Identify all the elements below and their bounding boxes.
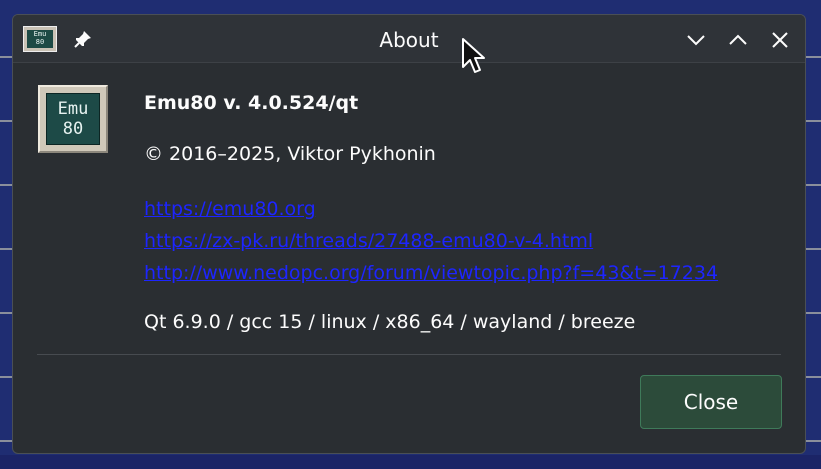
close-button[interactable]: Close [640,375,782,429]
minimize-button[interactable] [683,27,709,53]
divider [37,354,781,355]
link-forum-nedopc[interactable]: http://www.nedopc.org/forum/viewtopic.ph… [144,257,718,289]
logo-line1: Emu [57,99,89,119]
close-window-button[interactable] [767,27,793,53]
link-website[interactable]: https://emu80.org [144,193,718,225]
app-icon-line1: Emu [33,30,47,38]
logo-screen: Emu 80 [46,93,100,145]
build-info: Qt 6.9.0 / gcc 15 / linux / x86_64 / way… [144,311,636,333]
link-forum-zxpk[interactable]: https://zx-pk.ru/threads/27488-emu80-v-4… [144,225,718,257]
pin-button[interactable] [71,27,95,51]
app-icon-screen: Emu 80 [27,30,53,48]
emu80-icon[interactable]: Emu 80 [23,26,57,52]
chevron-down-icon [687,35,705,46]
links-list: https://emu80.org https://zx-pk.ru/threa… [144,193,718,289]
close-icon [772,32,788,48]
about-dialog: Emu 80 About Emu 80 Emu80 v. 4.0.524/qt … [12,14,806,454]
chevron-up-icon [729,34,747,45]
version-heading: Emu80 v. 4.0.524/qt [144,92,359,114]
dialog-content: Emu 80 Emu80 v. 4.0.524/qt © 2016–2025, … [13,63,805,453]
copyright-text: © 2016–2025, Viktor Pykhonin [144,143,436,165]
mouse-cursor-icon [462,38,485,73]
logo-line2: 80 [62,119,84,139]
emu80-logo: Emu 80 [38,85,108,153]
app-icon-line2: 80 [35,38,45,46]
pin-icon [74,31,91,48]
maximize-button[interactable] [725,27,751,53]
title-bar[interactable]: Emu 80 About [13,15,805,63]
desktop-bottom-strip [0,455,821,469]
